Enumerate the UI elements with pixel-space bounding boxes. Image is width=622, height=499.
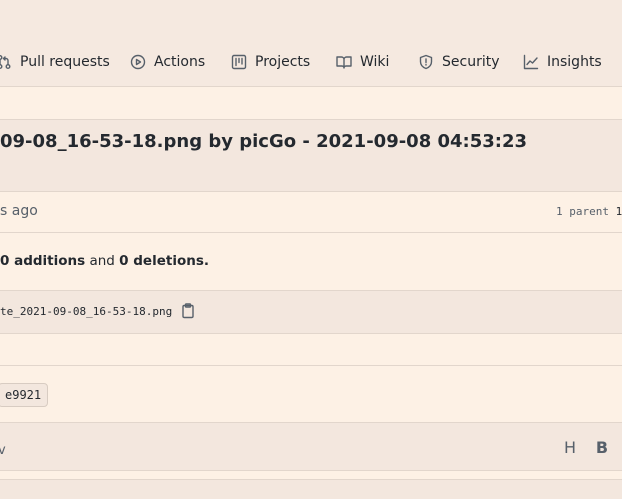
tab-pull-requests-label: Pull requests [20, 54, 110, 70]
tab-wiki[interactable]: Wiki [336, 51, 389, 73]
flash-area [0, 87, 622, 120]
play-icon [130, 54, 146, 70]
commit-time: s ago [0, 203, 38, 219]
commit-sha-badge[interactable]: e9921 [0, 383, 49, 407]
tab-security[interactable]: Security [418, 51, 500, 73]
additions-count: 0 additions [0, 253, 86, 269]
graph-icon [523, 54, 539, 70]
commit-reference-row [0, 366, 622, 423]
tab-projects[interactable]: Projects [231, 51, 310, 73]
commit-meta [0, 192, 622, 233]
tab-actions-label: Actions [154, 54, 206, 70]
preview-tab[interactable]: v [0, 443, 6, 458]
tab-actions[interactable]: Actions [130, 51, 205, 73]
tab-security-label: Security [442, 54, 500, 70]
parent-sha-link[interactable]: 1 [616, 205, 622, 218]
deletions-count: 0 deletions. [119, 253, 209, 269]
tab-insights[interactable]: Insights [523, 51, 602, 73]
repo-nav [0, 0, 622, 87]
tab-wiki-label: Wiki [360, 54, 390, 70]
book-icon [336, 56, 352, 69]
tab-insights-label: Insights [547, 54, 602, 70]
comment-toolbar [0, 423, 622, 471]
diff-stats: 0 additions and 0 deletions. [0, 253, 209, 269]
pull-request-icon [0, 55, 11, 69]
tab-projects-label: Projects [255, 54, 311, 70]
bold-button[interactable]: B [592, 438, 612, 458]
file-content [0, 334, 622, 366]
stats-and: and [89, 253, 115, 269]
heading-button[interactable]: H [560, 438, 580, 458]
shield-icon [419, 54, 433, 70]
project-board-icon [231, 54, 247, 70]
clipboard-icon[interactable] [180, 303, 196, 319]
file-name-link[interactable]: te_2021-09-08_16-53-18.png [0, 305, 172, 318]
tab-pull-requests[interactable]: Pull requests [0, 51, 110, 73]
commit-title: 09-08_16-53-18.png by picGo - 2021-09-08… [0, 131, 528, 152]
comment-textarea[interactable] [0, 479, 622, 499]
commit-parent: 1 parent 1 [556, 205, 622, 218]
parent-label: 1 parent [556, 205, 609, 218]
